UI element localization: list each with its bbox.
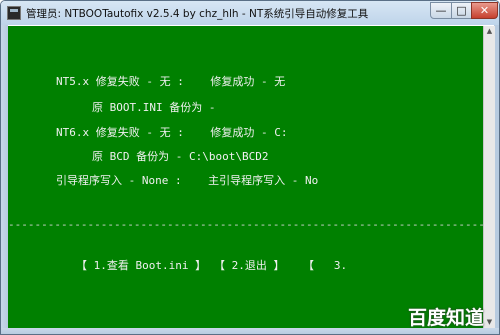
minimize-button[interactable]: —	[430, 2, 452, 19]
app-window: 管理员: NTBOOTautofix v2.5.4 by chz_hlh - N…	[0, 0, 500, 335]
maximize-button[interactable]: □	[451, 2, 472, 19]
window-frame-left	[1, 25, 8, 328]
console-area[interactable]: NT5.x 修复失败 - 无 : 修复成功 - 无 原 BOOT.INI 备份为…	[8, 26, 483, 328]
window-title: 管理员: NTBOOTautofix v2.5.4 by chz_hlh - N…	[26, 8, 369, 20]
nt5-backup-line: 原 BOOT.INI 备份为 -	[92, 101, 216, 114]
console-app-icon	[7, 6, 21, 20]
separator-line: ----------------------------------------…	[8, 218, 483, 231]
scroll-down-icon[interactable]: ▼	[484, 317, 495, 328]
vertical-scrollbar[interactable]: ▲ ▼	[483, 26, 495, 328]
title-bar[interactable]: 管理员: NTBOOTautofix v2.5.4 by chz_hlh - N…	[1, 1, 499, 25]
nt6-status-line: NT6.x 修复失败 - 无 : 修复成功 - C:	[56, 126, 288, 139]
nt5-status-line: NT5.x 修复失败 - 无 : 修复成功 - 无	[56, 75, 286, 88]
boot-write-status-line: 引导程序写入 - None : 主引导程序写入 - No	[56, 174, 319, 187]
baidu-zhidao-watermark: 百度知道	[408, 307, 485, 329]
nt6-backup-line: 原 BCD 备份为 - C:\boot\BCD2	[92, 150, 269, 163]
menu-view-boot-ini[interactable]: 【 1.查看 Boot.ini 】	[76, 257, 206, 273]
menu-exit[interactable]: 【 2.退出 】	[214, 257, 285, 273]
scroll-up-icon[interactable]: ▲	[484, 26, 495, 37]
close-button[interactable]: ✕	[471, 2, 498, 19]
menu-item-3[interactable]: 【 3.	[303, 257, 360, 273]
